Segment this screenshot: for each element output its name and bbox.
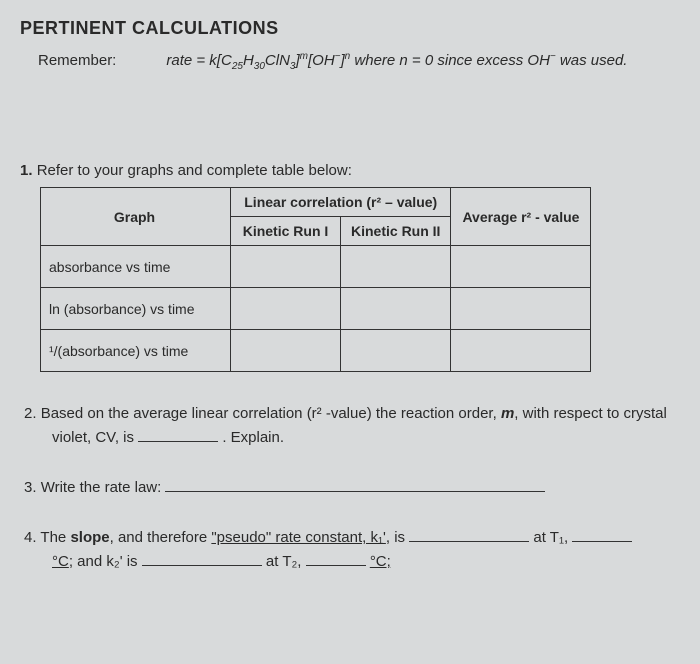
q2-text2: , with respect to crystal: [514, 405, 667, 422]
cell-blank: [341, 288, 451, 330]
q4-c1: °C: [52, 553, 69, 570]
q4-at-t1: at T₁,: [533, 529, 568, 546]
q1-text: Refer to your graphs and complete table …: [37, 162, 352, 179]
q4-text2: , and therefore: [110, 529, 212, 546]
col-graph-header: Graph: [41, 188, 231, 246]
q4-slope: slope: [70, 529, 109, 546]
table-row: ln (absorbance) vs time: [41, 288, 591, 330]
cell-blank: [231, 288, 341, 330]
q4-pseudo: "pseudo" rate constant, k₁': [211, 529, 386, 546]
q2-explain: . Explain.: [222, 429, 284, 446]
table-row: ¹/(absorbance) vs time: [41, 330, 591, 372]
blank-field: [572, 528, 632, 542]
question-3: 3. Write the rate law:: [24, 476, 680, 500]
rate-formula: rate = k[C25H30ClN3]m[OH−]n where n = 0 …: [166, 51, 627, 72]
remember-row: Remember: rate = k[C25H30ClN3]m[OH−]n wh…: [38, 51, 680, 72]
section-heading: PERTINENT CALCULATIONS: [20, 18, 680, 39]
q2-text1: Based on the average linear correlation …: [41, 405, 501, 422]
table-row: absorbance vs time: [41, 246, 591, 288]
row-ln-absorbance: ln (absorbance) vs time: [41, 288, 231, 330]
cell-blank: [451, 288, 591, 330]
col-run1-header: Kinetic Run I: [231, 217, 341, 246]
q4-text1: The: [40, 529, 70, 546]
q4-number: 4.: [24, 529, 37, 546]
col-avg-header: Average r² - value: [451, 188, 591, 246]
blank-field: [142, 552, 262, 566]
q2-number: 2.: [24, 405, 37, 422]
blank-field: [306, 552, 366, 566]
q4-c2: °C;: [370, 553, 391, 570]
blank-field: [165, 478, 545, 492]
q3-text: Write the rate law:: [41, 479, 162, 496]
cell-blank: [451, 330, 591, 372]
row-absorbance: absorbance vs time: [41, 246, 231, 288]
q2-m: m: [501, 405, 514, 422]
blank-field: [409, 528, 529, 542]
remember-label: Remember:: [38, 52, 116, 69]
question-4: 4. The slope, and therefore "pseudo" rat…: [24, 526, 680, 574]
q4-and-k2: ; and k₂' is: [69, 553, 138, 570]
cell-blank: [341, 330, 451, 372]
cell-blank: [451, 246, 591, 288]
q2-text3: violet, CV, is: [52, 429, 134, 446]
question-2: 2. Based on the average linear correlati…: [24, 402, 680, 450]
col-run2-header: Kinetic Run II: [341, 217, 451, 246]
row-inverse-absorbance: ¹/(absorbance) vs time: [41, 330, 231, 372]
cell-blank: [231, 330, 341, 372]
q3-number: 3.: [24, 479, 37, 496]
cell-blank: [231, 246, 341, 288]
q4-at-t2: at T₂,: [266, 553, 302, 570]
correlation-table: Graph Linear correlation (r² – value) Av…: [40, 187, 591, 372]
q4-text3: , is: [386, 529, 405, 546]
blank-field: [138, 428, 218, 442]
linear-correlation-header: Linear correlation (r² – value): [231, 188, 451, 217]
cell-blank: [341, 246, 451, 288]
question-1: 1. Refer to your graphs and complete tab…: [20, 162, 680, 179]
q1-number: 1.: [20, 162, 33, 179]
